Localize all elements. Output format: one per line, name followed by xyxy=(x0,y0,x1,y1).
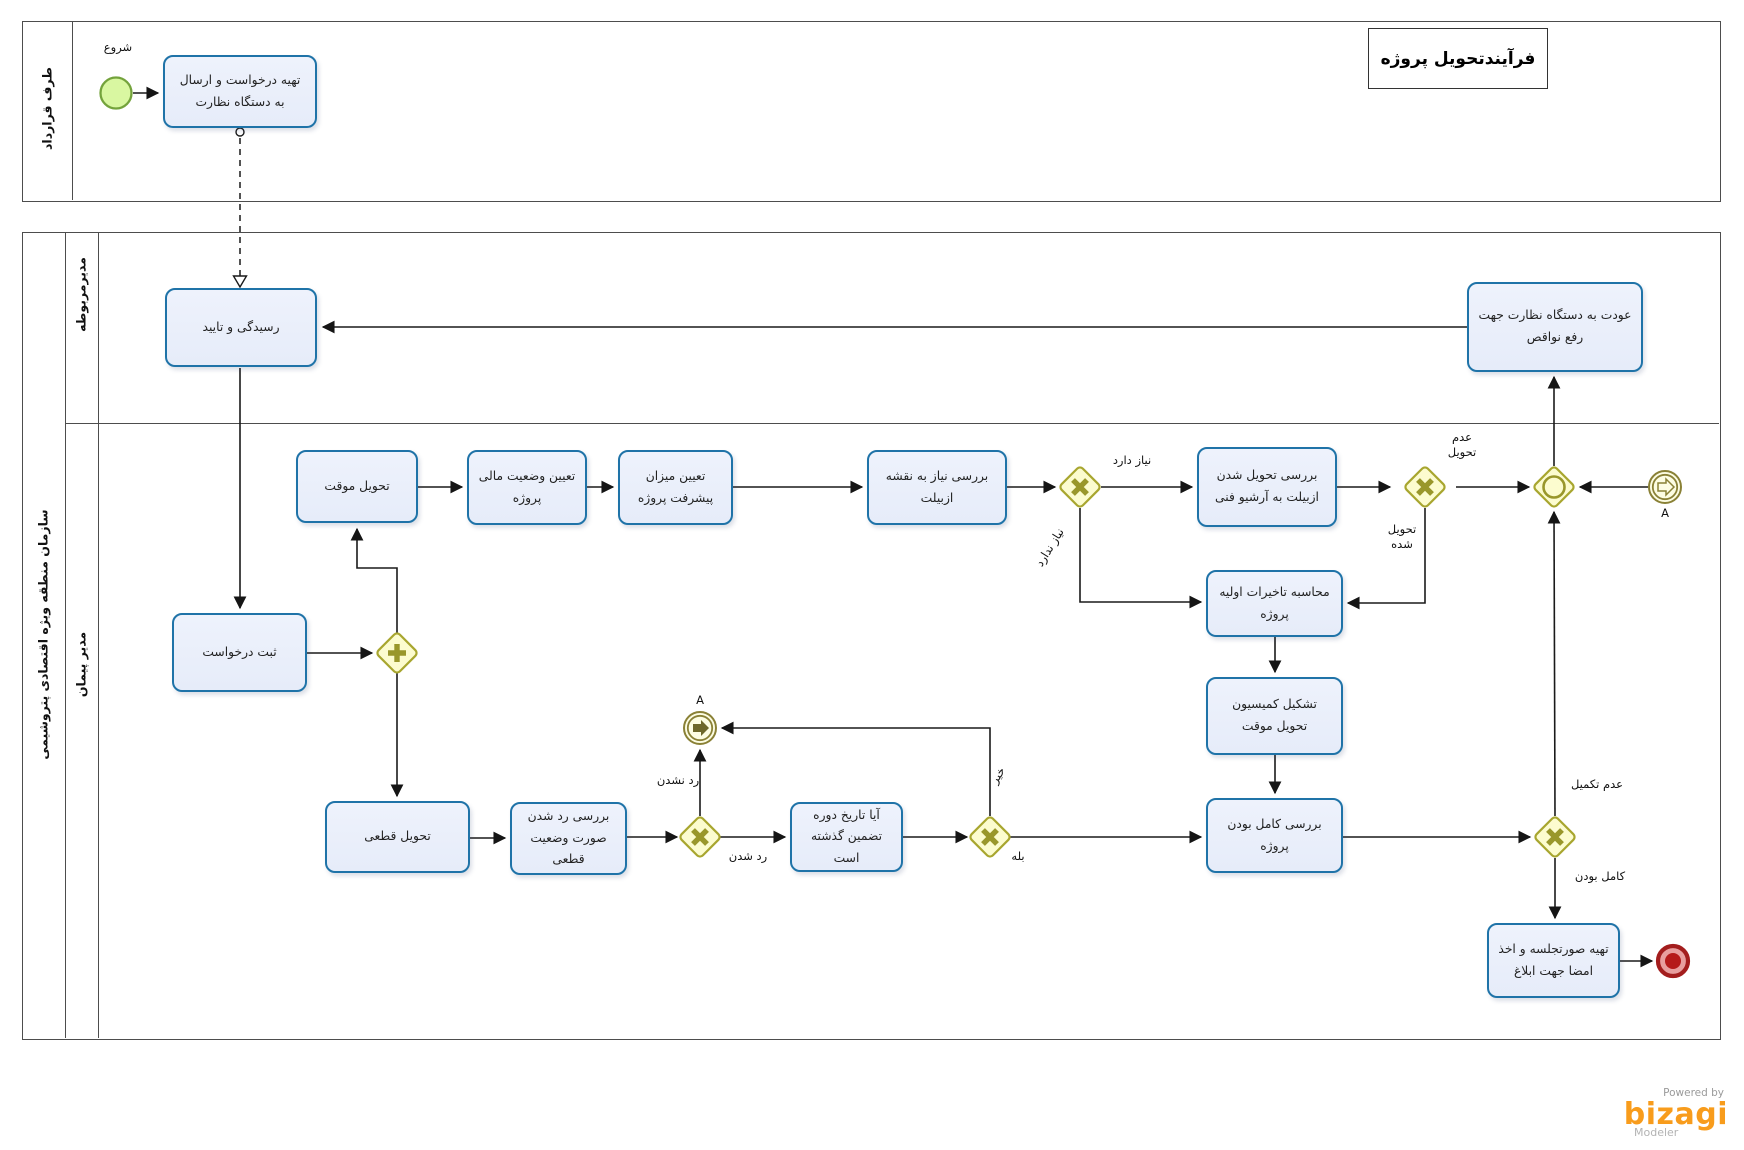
label-incomplete: عدم تکمیل xyxy=(1562,777,1632,792)
label-yes: بله xyxy=(1000,849,1036,864)
label-needs: نیاز دارد xyxy=(1100,453,1164,468)
message-flow-request xyxy=(234,128,247,287)
link-event-a-throw[interactable] xyxy=(684,712,716,744)
task-temp-delivery[interactable]: تحویل موقت xyxy=(296,450,418,523)
task-completeness[interactable]: بررسی کامل بودن پروژه xyxy=(1206,798,1343,873)
flow-parallel-to-tempdelivery xyxy=(357,529,397,633)
start-event-label: شروع xyxy=(96,40,140,55)
task-final-statement-rejection[interactable]: بررسی رد شدن صورت وضعیت قطعی xyxy=(510,802,627,875)
gateway-asbuilt-need[interactable] xyxy=(1059,466,1101,508)
task-review-approve[interactable]: رسیدگی و تایید xyxy=(165,288,317,367)
link-a-right-label: A xyxy=(1650,506,1680,521)
task-minutes-signature[interactable]: تهیه صورتجلسه و اخذ امضا جهت ابلاغ xyxy=(1487,923,1620,998)
task-return-supervision[interactable]: عودت به دستگاه نظارت جهت رفع نواقص xyxy=(1467,282,1643,372)
gateway-rejection[interactable] xyxy=(679,816,721,858)
label-complete: کامل بودن xyxy=(1564,869,1636,884)
task-register-request[interactable]: ثبت درخواست xyxy=(172,613,307,692)
label-delivered: تحویل شده xyxy=(1379,522,1425,552)
link-a-bottom-label: A xyxy=(686,693,714,708)
label-rejected: رد شدن xyxy=(717,849,779,864)
gateway-parallel-split[interactable] xyxy=(376,632,418,674)
task-final-delivery[interactable]: تحویل قطعی xyxy=(325,801,470,873)
label-not-rejected: رد نشدن xyxy=(647,773,709,788)
task-progress-amount[interactable]: تعیین میزان پیشرفت پروژه xyxy=(618,450,733,525)
bpmn-diagram: طرف قرارداد سازمان منطقه ویژه اقتصادی پت… xyxy=(0,0,1744,1150)
end-event[interactable] xyxy=(1658,946,1688,976)
flow-gw3-incomplete xyxy=(1554,512,1555,816)
bizagi-logo: Powered by bizagi Modeler xyxy=(1592,1088,1728,1139)
label-not-delivered: عدم تحویل xyxy=(1438,430,1486,460)
task-calc-delays[interactable]: محاسبه تاخیرات اولیه پروژه xyxy=(1206,570,1343,637)
connectors-layer xyxy=(0,0,1744,1150)
gateway-completeness[interactable] xyxy=(1534,816,1576,858)
task-financial-status[interactable]: تعیین وضعیت مالی پروژه xyxy=(467,450,587,525)
task-prepare-request[interactable]: تهیه درخواست و ارسال به دستگاه نظارت xyxy=(163,55,317,128)
task-commission[interactable]: تشکیل کمیسیون تحویل موقت xyxy=(1206,677,1343,755)
start-event[interactable] xyxy=(101,78,132,109)
gateway-inclusive-merge[interactable] xyxy=(1533,466,1575,508)
flow-gw1-noneed xyxy=(1080,508,1201,602)
task-asbuilt-archive[interactable]: بررسی تحویل شدن ازبیلت به آرشیو فنی xyxy=(1197,447,1337,527)
task-asbuilt-need[interactable]: بررسی نیاز به نقشه ازبیلت xyxy=(867,450,1007,525)
task-guarantee-period[interactable]: آیا تاریخ دوره تضمین گذشته است xyxy=(790,802,903,872)
link-event-a-catch[interactable] xyxy=(1649,471,1681,503)
gateway-asbuilt-delivered[interactable] xyxy=(1404,466,1446,508)
